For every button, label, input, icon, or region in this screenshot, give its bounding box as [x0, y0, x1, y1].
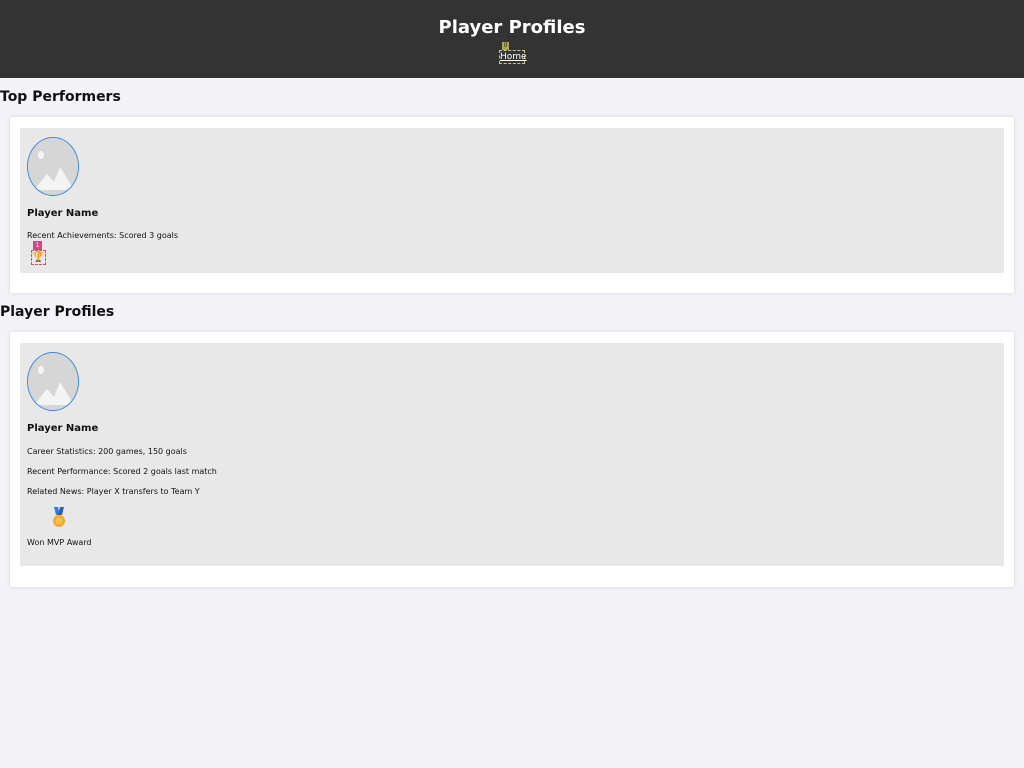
- player-profiles-heading: Player Profiles: [0, 304, 115, 320]
- player-name: Player Name: [27, 423, 99, 434]
- achievement-count-badge: 1: [33, 241, 42, 250]
- top-performers-section: Player Name Recent Achievements: Scored …: [10, 117, 1014, 293]
- recent-achievements-text: Recent Achievements: Scored 3 goals: [27, 231, 179, 240]
- image-placeholder-icon: [28, 353, 78, 410]
- career-statistics-text: Career Statistics: 200 games, 150 goals: [27, 447, 187, 456]
- player-avatar: [27, 352, 79, 411]
- top-performer-card: Player Name Recent Achievements: Scored …: [20, 128, 1004, 273]
- nav-home-link[interactable]: Home: [499, 50, 527, 64]
- player-avatar: [27, 137, 79, 196]
- top-performers-heading: Top Performers: [0, 89, 121, 105]
- site-header: Player Profiles 0 Home: [0, 0, 1024, 78]
- nav-marker-label: 0: [502, 42, 509, 50]
- medal-icon: [53, 507, 65, 527]
- recent-performance-text: Recent Performance: Scored 2 goals last …: [27, 467, 217, 476]
- player-profiles-section: Player Name Career Statistics: 200 games…: [10, 332, 1014, 587]
- image-placeholder-icon: [28, 138, 78, 195]
- trophy-icon: 🏆: [31, 250, 46, 265]
- related-news-text: Related News: Player X transfers to Team…: [27, 487, 200, 496]
- player-profile-card: Player Name Career Statistics: 200 games…: [20, 343, 1004, 566]
- player-name: Player Name: [27, 208, 99, 219]
- page-title: Player Profiles: [438, 17, 586, 38]
- award-label: Won MVP Award: [27, 538, 92, 547]
